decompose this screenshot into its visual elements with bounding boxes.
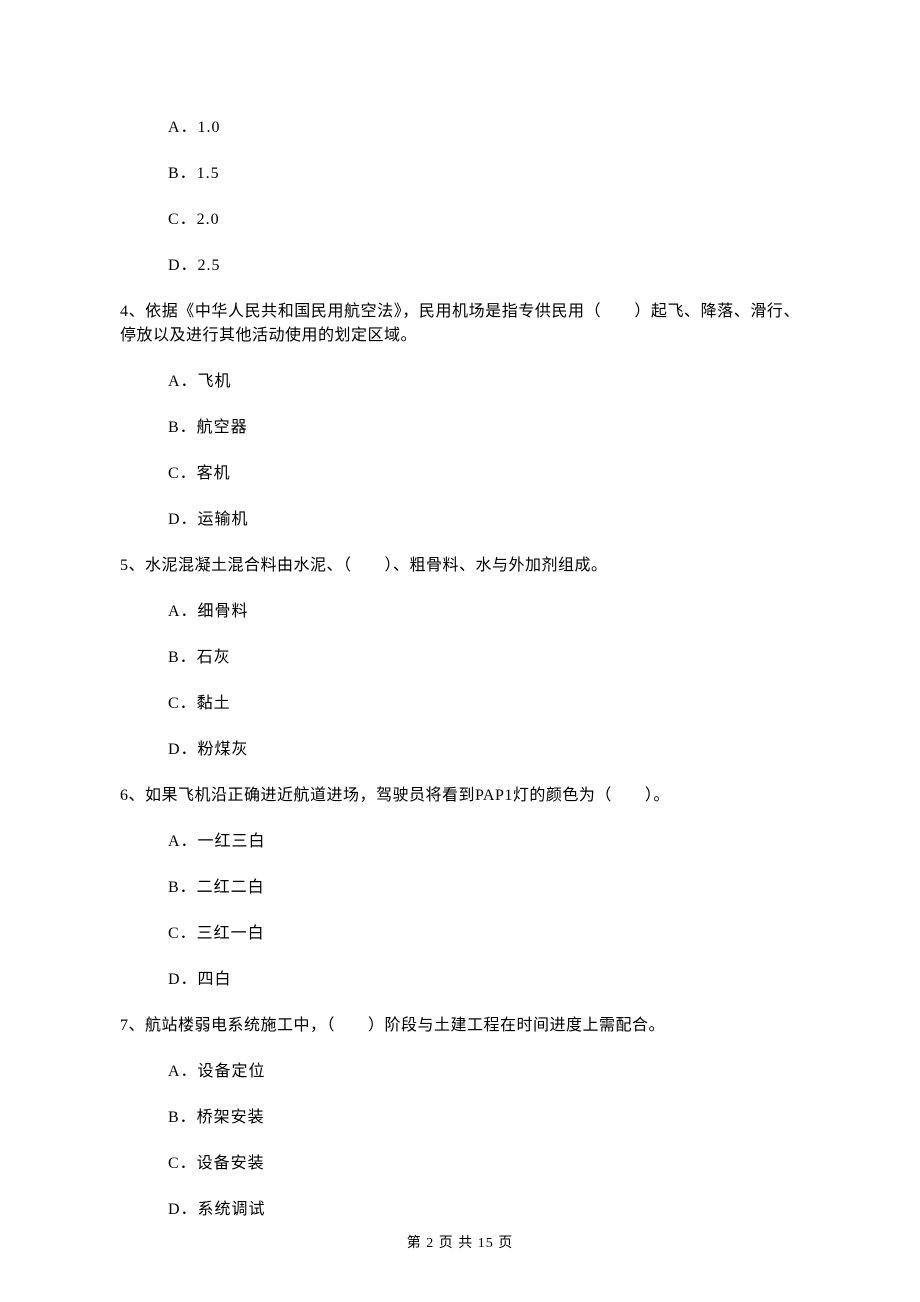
option-a: A．一红三白	[120, 830, 800, 854]
option-c: C．黏土	[120, 692, 800, 716]
option-d: D．粉煤灰	[120, 738, 800, 762]
question-5-text: 5、水泥混凝土混合料由水泥、（ ）、粗骨料、水与外加剂组成。	[120, 554, 800, 578]
option-a: A．飞机	[120, 370, 800, 394]
question-4-options: A．飞机 B．航空器 C．客机 D．运输机	[120, 370, 800, 532]
option-d: D．运输机	[120, 508, 800, 532]
question-4-text: 4、依据《中华人民共和国民用航空法》，民用机场是指专供民用（ ）起飞、降落、滑行…	[120, 300, 800, 348]
option-d: D．2.5	[120, 254, 800, 278]
option-d: D．四白	[120, 968, 800, 992]
question-5-options: A．细骨料 B．石灰 C．黏土 D．粉煤灰	[120, 600, 800, 762]
option-a: A．设备定位	[120, 1060, 800, 1084]
option-c: C．客机	[120, 462, 800, 486]
option-c: C．三红一白	[120, 922, 800, 946]
page-content: A．1.0 B．1.5 C．2.0 D．2.5 4、依据《中华人民共和国民用航空…	[0, 0, 920, 1222]
option-c: C．2.0	[120, 208, 800, 232]
option-a: A．1.0	[120, 116, 800, 140]
option-b: B．1.5	[120, 162, 800, 186]
question-6-options: A．一红三白 B．二红二白 C．三红一白 D．四白	[120, 830, 800, 992]
option-d: D．系统调试	[120, 1198, 800, 1222]
question-7-options: A．设备定位 B．桥架安装 C．设备安装 D．系统调试	[120, 1060, 800, 1222]
question-6-text: 6、如果飞机沿正确进近航道进场，驾驶员将看到PAP1灯的颜色为（ ）。	[120, 784, 800, 808]
option-b: B．桥架安装	[120, 1106, 800, 1130]
option-b: B．航空器	[120, 416, 800, 440]
option-b: B．二红二白	[120, 876, 800, 900]
question-7-text: 7、航站楼弱电系统施工中，（ ）阶段与土建工程在时间进度上需配合。	[120, 1014, 800, 1038]
option-a: A．细骨料	[120, 600, 800, 624]
option-b: B．石灰	[120, 646, 800, 670]
page-footer: 第 2 页 共 15 页	[0, 1233, 920, 1254]
question-3-options: A．1.0 B．1.5 C．2.0 D．2.5	[120, 116, 800, 278]
option-c: C．设备安装	[120, 1152, 800, 1176]
